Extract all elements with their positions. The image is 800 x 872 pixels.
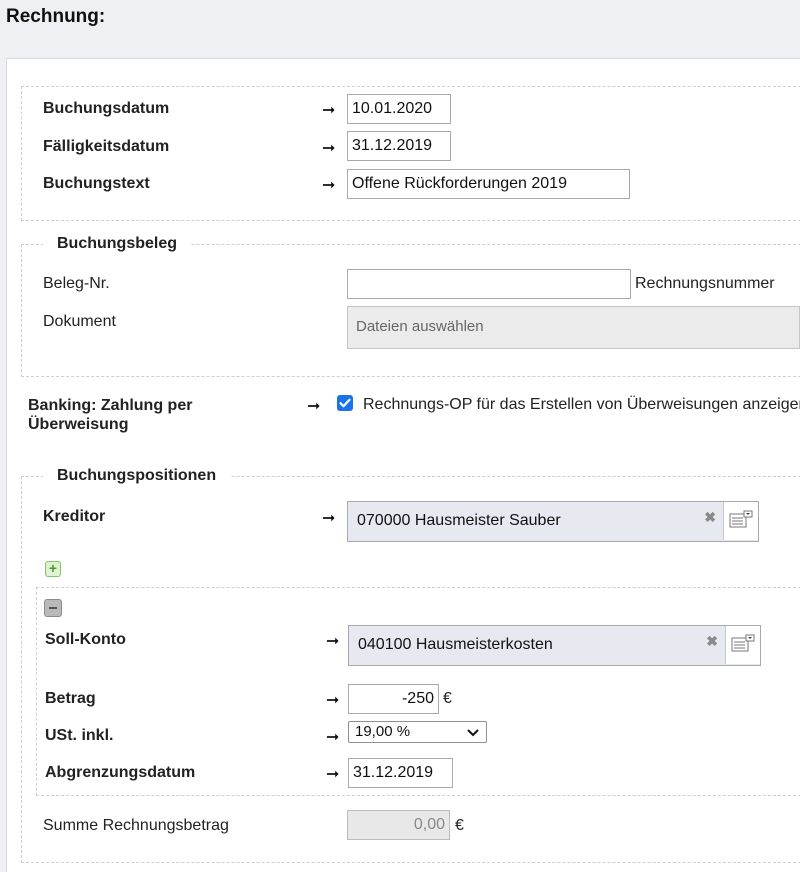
kreditor-label: Kreditor — [43, 508, 106, 525]
currency-label: € — [455, 817, 464, 834]
arrow-icon: ➞ — [322, 177, 336, 194]
arrow-icon: ➞ — [326, 729, 340, 746]
buchungsbeleg-legend: Buchungsbeleg — [43, 235, 192, 253]
ust-select[interactable]: 19,00 % — [348, 721, 487, 743]
page-title: Rechnung: — [6, 6, 106, 27]
buchungsdatum-label: Buchungsdatum — [43, 100, 170, 117]
ust-select-value: 19,00 % — [355, 723, 411, 740]
soll-konto-label: Soll-Konto — [45, 631, 126, 648]
soll-konto-combobox[interactable]: 040100 Hausmeisterkosten ✖ — [348, 625, 761, 666]
buchungsdatum-input[interactable]: 10.01.2020 — [347, 94, 451, 124]
faelligkeitsdatum-input[interactable]: 31.12.2019 — [347, 131, 451, 161]
buchungstext-label: Buchungstext — [43, 175, 150, 192]
currency-label: € — [443, 690, 452, 707]
belegnr-hint: Rechnungsnummer — [635, 275, 775, 292]
kreditor-value: 070000 Hausmeister Sauber — [357, 512, 561, 529]
banking-checkbox-label: Rechnungs-OP für das Erstellen von Überw… — [363, 396, 800, 413]
ust-label: USt. inkl. — [45, 727, 114, 744]
kreditor-combobox[interactable]: 070000 Hausmeister Sauber ✖ — [347, 501, 759, 542]
arrow-icon: ➞ — [326, 692, 340, 709]
chevron-down-icon — [467, 729, 479, 737]
betrag-label: Betrag — [45, 690, 96, 707]
add-position-icon[interactable]: + — [45, 561, 61, 577]
summe-value: 0,00 — [347, 810, 450, 840]
list-picker-icon[interactable] — [725, 626, 760, 664]
summe-label: Summe Rechnungsbetrag — [43, 817, 229, 834]
arrow-icon: ➞ — [322, 102, 336, 119]
list-picker-icon[interactable] — [723, 502, 758, 540]
abgrenzungsdatum-input[interactable]: 31.12.2019 — [348, 758, 453, 788]
arrow-icon: ➞ — [322, 510, 336, 527]
arrow-icon: ➞ — [326, 766, 340, 783]
betrag-input[interactable]: -250 — [348, 684, 439, 714]
faelligkeitsdatum-label: Fälligkeitsdatum — [43, 138, 170, 155]
banking-label: Banking: Zahlung per Überweisung — [28, 397, 193, 433]
abgrenzungsdatum-label: Abgrenzungsdatum — [45, 764, 196, 781]
clear-icon[interactable]: ✖ — [704, 509, 716, 526]
buchungstext-input[interactable]: Offene Rückforderungen 2019 — [347, 169, 630, 199]
belegnr-label: Beleg-Nr. — [43, 275, 110, 292]
belegnr-input[interactable] — [347, 269, 631, 299]
arrow-icon: ➞ — [322, 140, 336, 157]
checkmark-icon — [339, 398, 351, 408]
dateien-auswaehlen-button[interactable]: Dateien auswählen — [347, 306, 800, 349]
buchungspositionen-legend: Buchungspositionen — [43, 467, 231, 485]
remove-position-icon[interactable] — [44, 599, 62, 617]
soll-konto-value: 040100 Hausmeisterkosten — [358, 636, 553, 653]
banking-checkbox[interactable] — [337, 395, 353, 411]
dokument-label: Dokument — [43, 313, 116, 330]
arrow-icon: ➞ — [326, 633, 340, 650]
arrow-icon: ➞ — [307, 398, 321, 415]
clear-icon[interactable]: ✖ — [706, 633, 718, 650]
